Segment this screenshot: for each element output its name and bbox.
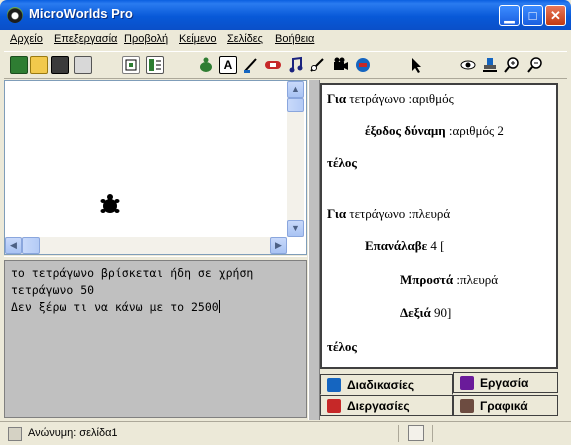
status-bar: Ανώνυμη: σελίδα1 (0, 421, 571, 445)
projects-tab-icon (460, 376, 474, 390)
print-icon[interactable] (74, 56, 92, 74)
status-separator (432, 425, 433, 442)
code-line: Για τετράγωνο :αριθμός (327, 91, 454, 106)
code-line: έξοδος δύναμη :αριθμός 2 (365, 123, 504, 138)
menu-view[interactable]: Προβολή (124, 33, 168, 45)
zoom-out-icon[interactable] (526, 56, 544, 74)
page-horizontal-scrollbar[interactable]: ◀ ▶ (5, 237, 287, 254)
menu-edit[interactable]: Επεξεργασία (54, 33, 117, 45)
close-button[interactable]: ✕ (545, 5, 566, 26)
zoom-in-icon[interactable] (503, 56, 521, 74)
slider-icon[interactable] (308, 56, 326, 74)
tab-projects[interactable]: Εργασία (453, 372, 558, 393)
sound-icon[interactable] (354, 56, 372, 74)
app-icon (7, 7, 23, 23)
menu-bar: Αρχείο Επεξεργασία Προβολή Κείμενο Σελίδ… (4, 30, 567, 50)
vertical-scroll-thumb[interactable] (287, 98, 304, 112)
video-icon[interactable] (332, 56, 350, 74)
menu-help[interactable]: Βοήθεια (275, 33, 314, 45)
code-line: Επανάλαβε 4 [ (365, 238, 445, 253)
save-icon[interactable] (51, 56, 69, 74)
scroll-up-button[interactable]: ▲ (287, 81, 304, 98)
toolbar: A (4, 51, 567, 79)
command-line: Δεν ξέρω τι να κάνω με το 2500 (11, 299, 300, 316)
code-line: Δεξιά 90] (400, 305, 452, 320)
music-icon[interactable] (287, 56, 305, 74)
status-text: Ανώνυμη: σελίδα1 (28, 427, 118, 439)
scroll-left-button[interactable]: ◀ (5, 237, 22, 254)
command-line-text: Δεν ξέρω τι να κάνω με το 2500 (11, 300, 219, 314)
stamp-icon[interactable] (481, 56, 499, 74)
open-icon[interactable] (30, 56, 48, 74)
vertical-splitter[interactable] (308, 80, 320, 420)
page-vertical-scrollbar[interactable]: ▲ ▼ (287, 81, 304, 237)
paint-icon[interactable] (242, 56, 260, 74)
tab-graphics[interactable]: Γραφικά (453, 395, 558, 416)
code-line: Για τετράγωνο :πλευρά (327, 206, 451, 221)
text-cursor (218, 300, 220, 313)
button-icon[interactable] (264, 56, 282, 74)
status-separator (398, 425, 399, 442)
command-line: το τετράγωνο βρίσκεται ήδη σε χρήση (11, 266, 254, 280)
code-line: Μπροστά :πλευρά (400, 272, 499, 287)
menu-file[interactable]: Αρχείο (10, 33, 43, 45)
procedures-view-icon[interactable] (146, 56, 164, 74)
tab-procedures[interactable]: Διαδικασίες (320, 374, 453, 395)
menu-text[interactable]: Κείμενο (179, 33, 217, 45)
new-page-icon[interactable] (10, 56, 28, 74)
processes-tab-icon (327, 399, 341, 413)
page-icon (8, 427, 22, 441)
title-bar[interactable]: MicroWorlds Pro ▁ □ ✕ (0, 0, 571, 30)
pointer-icon[interactable] (407, 56, 425, 74)
turtle-icon[interactable] (197, 56, 215, 74)
graphics-tab-icon (460, 399, 474, 413)
scroll-down-button[interactable]: ▼ (287, 220, 304, 237)
horizontal-scroll-thumb[interactable] (22, 237, 40, 254)
turtle-icon[interactable] (98, 192, 122, 216)
code-line: τέλος (327, 155, 357, 170)
textbox-icon[interactable]: A (219, 56, 237, 74)
maximize-button[interactable]: □ (522, 5, 543, 26)
window-title: MicroWorlds Pro (29, 6, 133, 21)
notes-icon[interactable] (408, 425, 424, 441)
command-line: τετράγωνο 50 (11, 283, 95, 297)
page-canvas[interactable] (4, 80, 307, 255)
page-view-icon[interactable] (122, 56, 140, 74)
scroll-right-button[interactable]: ▶ (270, 237, 287, 254)
menu-pages[interactable]: Σελίδες (227, 33, 263, 45)
code-line: τέλος (327, 339, 357, 354)
tab-processes[interactable]: Διεργασίες (320, 395, 453, 416)
eye-icon[interactable] (459, 56, 477, 74)
command-center[interactable]: το τετράγωνο βρίσκεται ήδη σε χρήση τετρ… (4, 260, 307, 418)
procedures-pane[interactable]: Για τετράγωνο :αριθμός έξοδος δύναμη :αρ… (320, 83, 558, 369)
pane-tabs: Διαδικασίες Εργασία Διεργασίες Γραφικά (320, 372, 561, 418)
procedures-tab-icon (327, 378, 341, 392)
minimize-button[interactable]: ▁ (499, 5, 520, 26)
